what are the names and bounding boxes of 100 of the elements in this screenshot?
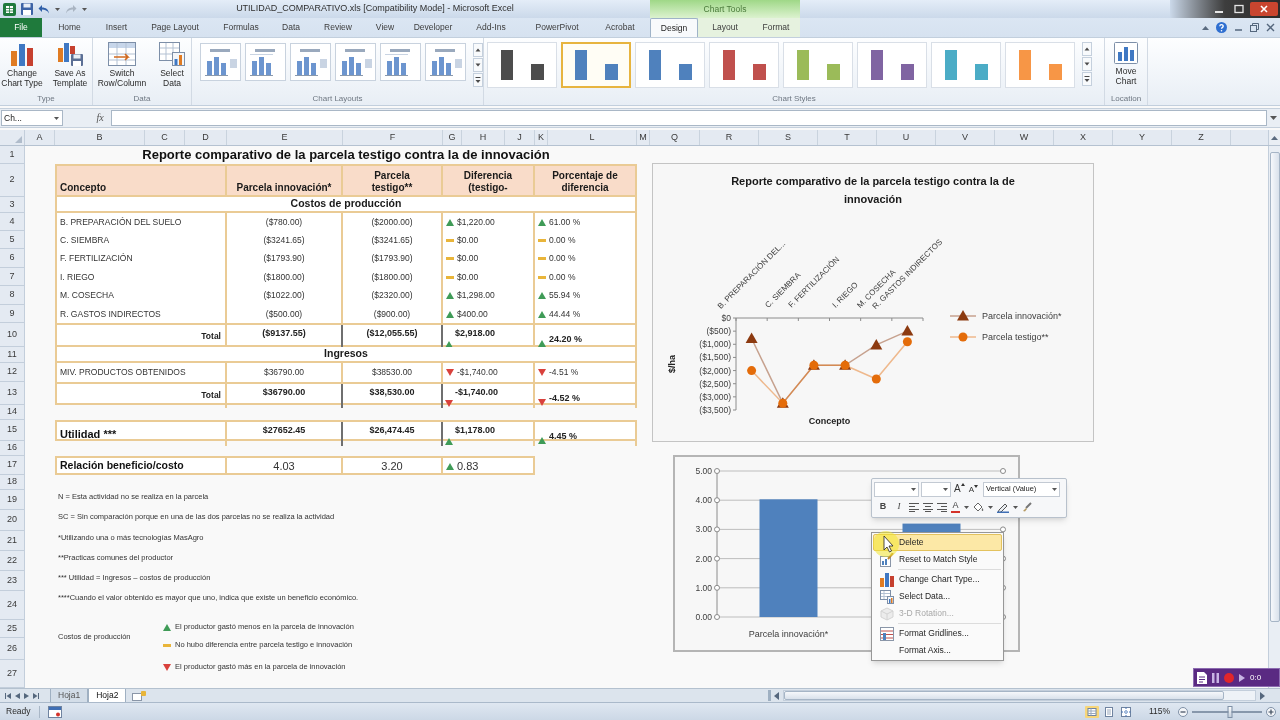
chart-layout-button[interactable] xyxy=(425,43,466,81)
ribbon-button[interactable]: Move Chart xyxy=(1106,42,1146,86)
column-header[interactable]: Z xyxy=(1172,130,1231,145)
pen-icon[interactable] xyxy=(997,501,1009,513)
font-color-button[interactable]: A xyxy=(951,500,960,514)
normal-view-icon[interactable] xyxy=(1084,705,1099,718)
row-header[interactable]: 1 xyxy=(0,146,25,164)
slider-thumb[interactable] xyxy=(1227,705,1233,718)
chart-layout-button[interactable] xyxy=(335,43,376,81)
page-break-view-icon[interactable] xyxy=(1118,705,1133,718)
chart-layout-button[interactable] xyxy=(200,43,241,81)
chart-style-button[interactable] xyxy=(857,42,927,88)
ribbon-tab[interactable]: View xyxy=(362,18,408,37)
ribbon-tab[interactable]: Data xyxy=(268,18,314,37)
align-left-icon[interactable] xyxy=(909,502,919,512)
caret-up-icon[interactable] xyxy=(1202,25,1209,30)
function-button[interactable]: fx xyxy=(93,112,107,124)
play-icon[interactable] xyxy=(1239,673,1245,682)
ribbon-tab[interactable]: Design xyxy=(650,18,698,37)
chart-style-button[interactable] xyxy=(487,42,557,88)
row-header[interactable]: 13 xyxy=(0,382,25,405)
selection-handle-icon[interactable] xyxy=(714,468,720,474)
ribbon-button[interactable]: Save As Template xyxy=(47,42,93,88)
selection-handle-icon[interactable] xyxy=(714,526,720,533)
chart-layout-button[interactable] xyxy=(290,43,331,81)
column-header[interactable]: J xyxy=(505,130,535,145)
row-header[interactable]: 14 xyxy=(0,405,25,420)
scroll-down-icon[interactable] xyxy=(473,58,483,72)
ribbon-tab[interactable]: Review xyxy=(314,18,362,37)
scroll-up-icon[interactable] xyxy=(473,43,483,57)
ribbon-tab[interactable]: Insert xyxy=(97,18,136,37)
ribbon-tab[interactable]: Home xyxy=(42,18,97,37)
more-icon[interactable] xyxy=(1082,72,1092,86)
shrink-font-button[interactable]: A xyxy=(967,481,979,497)
selection-handle-icon[interactable] xyxy=(1000,526,1006,533)
caret-down-icon[interactable] xyxy=(55,7,60,11)
row-header[interactable]: 27 xyxy=(0,660,25,688)
restore-icon[interactable] xyxy=(1250,23,1259,32)
caret-down-icon[interactable] xyxy=(1013,505,1018,509)
row-header[interactable]: 11 xyxy=(0,347,25,363)
help-icon[interactable] xyxy=(1216,22,1227,33)
caret-down-icon[interactable] xyxy=(988,505,993,509)
row-header[interactable]: 12 xyxy=(0,363,25,382)
menu-item[interactable]: Format Gridlines... xyxy=(873,625,1002,642)
insert-sheet-icon[interactable] xyxy=(132,690,147,701)
chart-style-button[interactable] xyxy=(561,42,631,88)
column-header[interactable]: S xyxy=(759,130,818,145)
close-icon[interactable] xyxy=(1266,23,1275,32)
column-header[interactable]: X xyxy=(1054,130,1113,145)
row-header[interactable]: 21 xyxy=(0,531,25,551)
pause-icon[interactable] xyxy=(1212,672,1219,683)
formula-input[interactable] xyxy=(111,110,1267,126)
skip-left-icon[interactable] xyxy=(5,692,11,699)
column-header[interactable]: G xyxy=(443,130,462,145)
skip-right-icon[interactable] xyxy=(33,692,39,699)
column-header[interactable]: C xyxy=(145,130,185,145)
arrow-right-icon[interactable] xyxy=(24,692,29,699)
row-header[interactable]: 19 xyxy=(0,490,25,510)
more-icon[interactable] xyxy=(473,73,483,87)
row-header[interactable]: 20 xyxy=(0,510,25,531)
scroll-up-icon[interactable] xyxy=(1082,42,1092,56)
row-header[interactable]: 8 xyxy=(0,286,25,305)
row-header[interactable]: 18 xyxy=(0,475,25,490)
row-header[interactable]: 7 xyxy=(0,268,25,286)
selection-handle-icon[interactable] xyxy=(714,497,720,504)
scroll-down-icon[interactable] xyxy=(1082,57,1092,71)
caret-down-icon[interactable] xyxy=(82,7,87,11)
column-header[interactable]: Q xyxy=(650,130,700,145)
undo-icon[interactable] xyxy=(38,4,50,14)
align-center-icon[interactable] xyxy=(923,502,933,512)
row-header[interactable]: 6 xyxy=(0,249,25,268)
selection-handle-icon[interactable] xyxy=(1000,468,1006,474)
selection-handle-icon[interactable] xyxy=(714,584,720,591)
row-header[interactable]: 26 xyxy=(0,638,25,660)
row-header[interactable]: 2 xyxy=(0,164,25,197)
row-header[interactable]: 3 xyxy=(0,197,25,213)
menu-item[interactable]: Format Axis... xyxy=(873,642,1002,659)
column-header[interactable]: Y xyxy=(1113,130,1172,145)
caret-down-icon[interactable] xyxy=(964,505,969,509)
selection-handle-icon[interactable] xyxy=(714,614,720,620)
italic-button[interactable]: I xyxy=(893,500,905,514)
row-header[interactable]: 4 xyxy=(0,213,25,231)
column-header[interactable]: E xyxy=(227,130,343,145)
close-button[interactable] xyxy=(1250,2,1278,16)
horizontal-scrollbar[interactable] xyxy=(783,690,1256,701)
row-header[interactable]: 23 xyxy=(0,571,25,591)
macro-record-icon[interactable] xyxy=(47,705,62,718)
column-header[interactable]: V xyxy=(936,130,995,145)
font-name-field[interactable] xyxy=(874,481,919,497)
column-header[interactable]: W xyxy=(995,130,1054,145)
column-header[interactable]: U xyxy=(877,130,936,145)
arrow-left-icon[interactable] xyxy=(15,692,20,699)
chart-style-button[interactable] xyxy=(709,42,779,88)
column-header[interactable]: L xyxy=(548,130,637,145)
sheet-tab[interactable]: Hoja2 xyxy=(88,689,127,702)
ribbon-tab[interactable]: Layout xyxy=(698,18,752,37)
brush-icon[interactable] xyxy=(1022,502,1032,512)
sheet-tab[interactable]: Hoja1 xyxy=(50,689,89,702)
ribbon-tab[interactable]: Add-Ins xyxy=(458,18,524,37)
expand-icon[interactable] xyxy=(1270,116,1277,120)
